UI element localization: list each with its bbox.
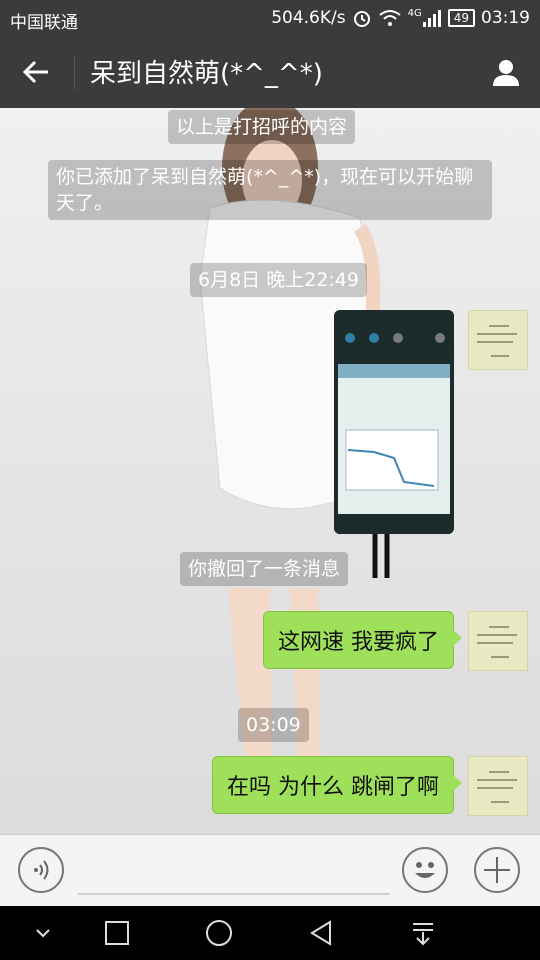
signal-icon [422,10,441,27]
chevron-down-icon[interactable] [28,918,58,948]
title-divider [74,56,75,90]
voice-input-button[interactable] [18,847,64,893]
message-input[interactable] [78,893,390,895]
recall-notice: 你撤回了一条消息 [180,552,349,586]
system-nav-bar [0,906,540,960]
chat-area[interactable]: 以上是打招呼的内容 你已添加了呆到自然萌(*^_^*)，现在可以开始聊天了。 6… [0,108,540,834]
title-bar: 呆到自然萌(*^_^*) [0,36,540,108]
carrier-label: 中国联通 [10,13,78,33]
more-options-button[interactable] [474,847,520,893]
timestamp: 03:09 [238,708,309,742]
my-avatar[interactable] [468,310,528,370]
image-message[interactable] [334,310,454,534]
system-notice-greeting: 以上是打招呼的内容 [168,110,356,144]
network-speed: 504.6K/s [271,8,346,28]
timestamp: 6月8日 晚上22:49 [190,263,367,297]
back-triangle-icon[interactable] [306,918,336,948]
sent-message[interactable]: 在吗 为什么 跳闸了啊 [212,756,462,814]
chat-title: 呆到自然萌(*^_^*) [90,59,323,89]
network-type-label: 4G [407,7,422,19]
back-arrow-icon[interactable] [20,56,52,88]
sent-message[interactable]: 这网速 我要疯了 [263,611,462,669]
wifi-icon [378,10,401,26]
voice-icon [34,860,49,880]
battery-indicator: 49 [447,9,475,27]
clock: 03:19 [481,8,530,28]
screenshot-thumbnail [334,310,454,534]
contact-info-icon[interactable] [490,56,522,88]
smiley-icon [415,862,435,878]
home-icon[interactable] [204,918,234,948]
recent-apps-icon[interactable] [102,918,132,948]
notification-pull-icon[interactable] [408,918,438,948]
status-bar: 中国联通 504.6K/s 4G 49 03:19 [0,0,540,36]
status-icons: 504.6K/s 4G 49 03:19 [271,7,530,29]
my-avatar[interactable] [468,611,528,671]
input-bar [0,834,540,907]
alarm-icon [353,11,370,27]
my-avatar[interactable] [468,756,528,816]
plus-icon [484,857,510,883]
system-notice-added: 你已添加了呆到自然萌(*^_^*)，现在可以开始聊天了。 [48,160,492,220]
emoji-button[interactable] [402,847,448,893]
